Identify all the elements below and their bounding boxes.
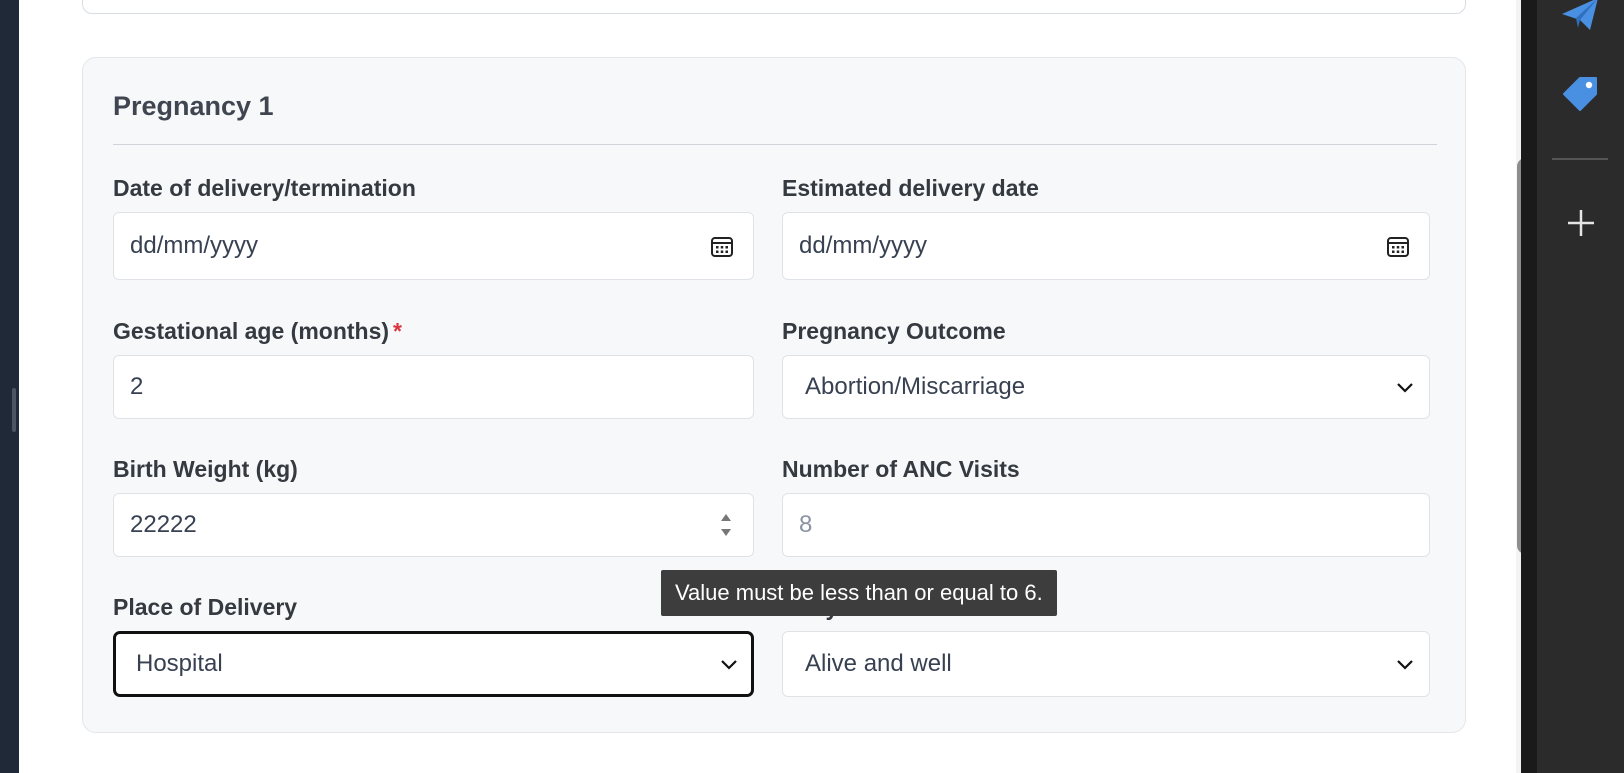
section-divider bbox=[113, 144, 1437, 145]
section-title: Pregnancy 1 bbox=[113, 91, 274, 121]
place-of-delivery-value: Hospital bbox=[136, 650, 223, 677]
validation-tooltip: Value must be less than or equal to 6. bbox=[661, 570, 1057, 616]
anc-visits-label: Number of ANC Visits bbox=[782, 456, 1020, 482]
number-spinner-icon[interactable] bbox=[719, 510, 733, 540]
estimated-delivery-label: Estimated delivery date bbox=[782, 175, 1039, 201]
main-content: Pregnancy 1 Date of delivery/termination… bbox=[19, 0, 1540, 773]
place-of-delivery-label: Place of Delivery bbox=[113, 594, 298, 620]
delivery-date-placeholder: dd/mm/yyyy bbox=[130, 232, 259, 259]
place-of-delivery-select[interactable]: Hospital bbox=[113, 631, 754, 697]
send-icon[interactable] bbox=[1560, 0, 1602, 36]
left-window-edge bbox=[0, 0, 19, 773]
resize-handle[interactable] bbox=[12, 388, 16, 432]
pregnancy-outcome-select[interactable]: Abortion/Miscarriage bbox=[782, 355, 1430, 419]
anc-visits-input[interactable]: 8 bbox=[782, 493, 1430, 557]
required-asterisk: * bbox=[393, 318, 402, 344]
anc-visits-value: 8 bbox=[799, 511, 813, 538]
baby-status-select[interactable]: Alive and well bbox=[782, 631, 1430, 697]
birth-weight-value: 22222 bbox=[130, 511, 197, 538]
baby-status-value: Alive and well bbox=[805, 650, 952, 677]
chevron-down-icon bbox=[721, 660, 737, 670]
plus-icon[interactable] bbox=[1560, 202, 1602, 244]
previous-section-card bbox=[82, 0, 1466, 14]
tag-icon[interactable] bbox=[1560, 72, 1602, 114]
gestational-age-value: 2 bbox=[130, 373, 144, 400]
delivery-date-label: Date of delivery/termination bbox=[113, 175, 416, 201]
birth-weight-input[interactable]: 22222 bbox=[113, 493, 754, 557]
estimated-delivery-placeholder: dd/mm/yyyy bbox=[799, 232, 928, 259]
calendar-icon[interactable] bbox=[1386, 234, 1410, 258]
chevron-down-icon bbox=[1397, 383, 1413, 393]
pregnancy-outcome-value: Abortion/Miscarriage bbox=[805, 373, 1026, 400]
estimated-delivery-input[interactable]: dd/mm/yyyy bbox=[782, 212, 1430, 280]
delivery-date-input[interactable]: dd/mm/yyyy bbox=[113, 212, 754, 280]
pregnancy-card: Pregnancy 1 Date of delivery/termination… bbox=[82, 57, 1466, 733]
calendar-icon[interactable] bbox=[710, 234, 734, 258]
birth-weight-label: Birth Weight (kg) bbox=[113, 456, 298, 482]
gestational-age-input[interactable]: 2 bbox=[113, 355, 754, 419]
gestational-age-label: Gestational age (months) * bbox=[113, 318, 402, 345]
sidebar-divider bbox=[1552, 158, 1608, 160]
pregnancy-outcome-label: Pregnancy Outcome bbox=[782, 318, 1006, 344]
right-sidebar-border bbox=[1521, 0, 1537, 773]
gestational-age-label-text: Gestational age (months) bbox=[113, 318, 390, 344]
chevron-down-icon bbox=[1397, 660, 1413, 670]
